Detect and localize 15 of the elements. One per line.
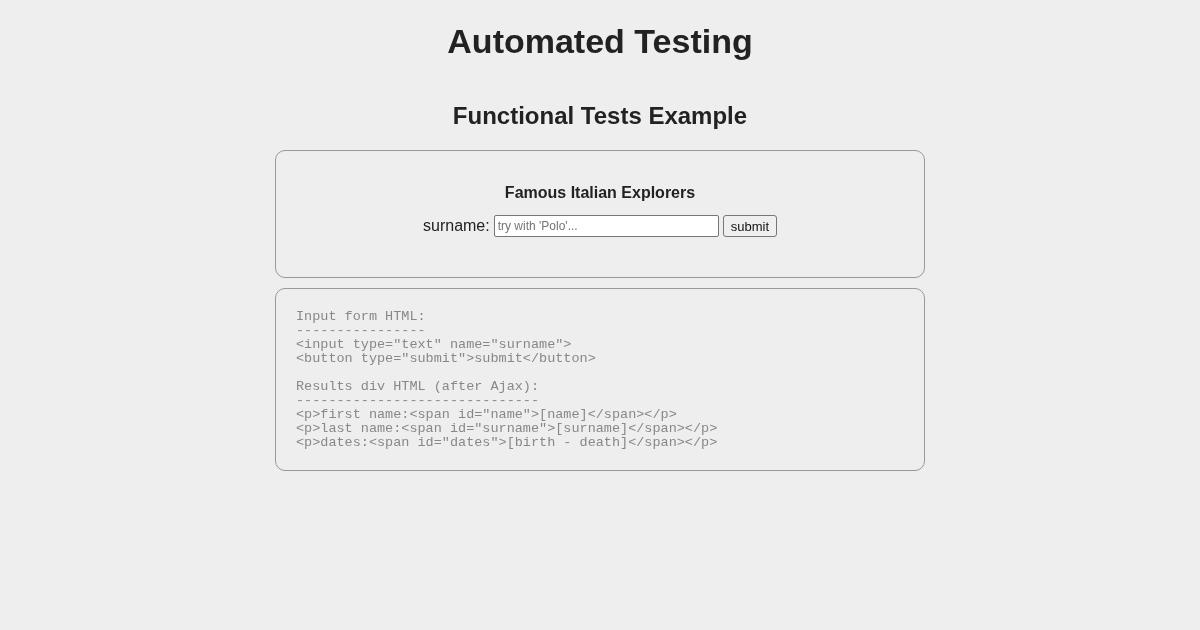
code-line: <p>first name:<span id="name">[name]</span></p>: [296, 408, 677, 422]
code-line: <input type="text" name="surname">: [296, 338, 572, 352]
code-line: <p>last name:<span id="surname">[surname]</span></p>: [296, 422, 718, 436]
code-line: ----------------: [296, 324, 426, 338]
code-line: ------------------------------: [296, 394, 540, 408]
code-line: Input form HTML:: [296, 310, 426, 324]
form-heading: Famous Italian Explorers: [504, 183, 696, 203]
code-line: <button type="submit">submit</button>: [296, 352, 596, 366]
code-line: <p>dates:<span id="dates">[birth - death]</span></p>: [296, 436, 718, 450]
surname-label: surname:: [423, 217, 490, 235]
submit-button[interactable]: submit: [722, 215, 777, 237]
code-line: Results div HTML (after Ajax):: [296, 380, 540, 394]
surname-field[interactable]: try with 'Polo'...: [493, 215, 719, 237]
page-subtitle: Functional Tests Example: [452, 102, 748, 130]
page-title: Automated Testing: [447, 21, 753, 61]
